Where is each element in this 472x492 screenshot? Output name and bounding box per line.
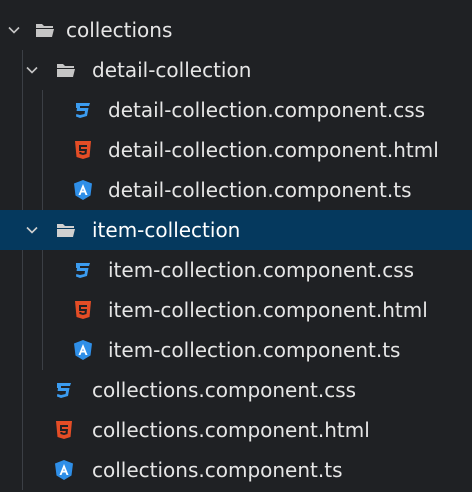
chevron-down-icon[interactable]	[6, 22, 22, 38]
css3-icon	[57, 383, 71, 398]
folder-open-icon	[57, 64, 75, 77]
tree-item-label: collections	[66, 18, 173, 42]
angular-icon	[74, 180, 92, 200]
tree-file-item-html[interactable]: item-collection.component.html	[0, 290, 472, 330]
folder-open-icon	[36, 24, 54, 37]
tree-file-item-ts[interactable]: item-collection.component.ts	[0, 330, 472, 370]
tree-file-collections-ts[interactable]: collections.component.ts	[0, 450, 472, 490]
tree-item-label: detail-collection.component.css	[108, 98, 426, 122]
chevron-down-icon[interactable]	[24, 222, 40, 238]
tree-file-collections-html[interactable]: collections.component.html	[0, 410, 472, 450]
tree-item-label: collections.component.css	[92, 378, 357, 402]
tree-file-detail-html[interactable]: detail-collection.component.html	[0, 130, 472, 170]
tree-folder-detail-collection[interactable]: detail-collection	[0, 50, 472, 90]
tree-file-item-css[interactable]: item-collection.component.css	[0, 250, 472, 290]
tree-item-label: detail-collection	[92, 58, 252, 82]
tree-folder-item-collection[interactable]: item-collection	[0, 210, 472, 250]
tree-item-label: collections.component.html	[92, 418, 370, 442]
tree-item-label: collections.component.ts	[92, 458, 343, 482]
html5-icon	[75, 141, 91, 159]
tree-file-detail-css[interactable]: detail-collection.component.css	[0, 90, 472, 130]
tree-item-label: detail-collection.component.ts	[108, 178, 412, 202]
tree-file-collections-css[interactable]: collections.component.css	[0, 370, 472, 410]
file-explorer: collections detail-collection detail-col…	[0, 0, 472, 492]
tree-item-label: item-collection	[92, 218, 241, 242]
tree-item-label: detail-collection.component.html	[108, 138, 439, 162]
tree-item-label: item-collection.component.ts	[108, 338, 401, 362]
css3-icon	[76, 103, 90, 118]
tree-item-label: item-collection.component.css	[108, 258, 415, 282]
folder-open-icon	[57, 224, 75, 237]
html5-icon	[56, 421, 72, 439]
chevron-down-icon[interactable]	[24, 62, 40, 78]
tree-item-label: item-collection.component.html	[108, 298, 428, 322]
css3-icon	[76, 263, 90, 278]
tree-file-detail-ts[interactable]: detail-collection.component.ts	[0, 170, 472, 210]
angular-icon	[55, 460, 73, 480]
tree-folder-collections[interactable]: collections	[0, 10, 472, 50]
html5-icon	[75, 301, 91, 319]
angular-icon	[74, 340, 92, 360]
